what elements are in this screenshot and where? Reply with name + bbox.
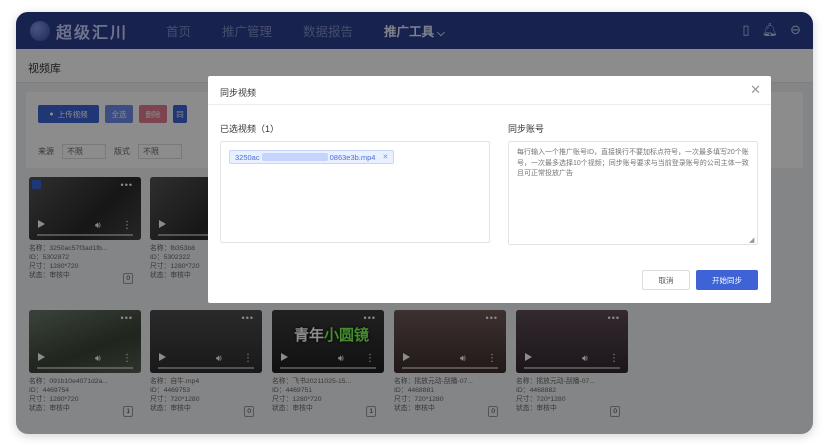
sync-accounts-label: 同步账号 [508,124,545,134]
file-name-suffix: 0863e3b.mp4 [329,152,376,162]
resize-handle-icon[interactable]: ◢ [749,236,754,244]
cancel-button[interactable]: 取消 [642,270,690,290]
redacted-file-part [261,153,328,161]
remove-tag-icon[interactable]: ✕ [382,153,388,161]
sync-video-dialog: 同步视频 ✕ 已选视频（1） 同步账号 3250ac 0863e3b.mp4 ✕… [208,76,771,303]
dialog-divider [208,104,771,105]
selected-video-tag: 3250ac 0863e3b.mp4 ✕ [229,150,395,164]
close-icon[interactable]: ✕ [750,82,761,98]
selected-videos-box: 3250ac 0863e3b.mp4 ✕ [220,141,490,243]
selected-videos-label: 已选视频（1） [220,124,280,134]
dialog-title: 同步视频 [220,88,257,98]
account-ids-input[interactable] [508,141,758,245]
file-name-prefix: 3250ac [235,152,260,162]
app-window: 超级汇川 首页 推广管理 数据报告 推广工具 ⌵ ▯ 🔔︎ ⊖ 视频库 ● 上传视… [16,12,813,434]
start-sync-button[interactable]: 开始同步 [696,270,758,290]
